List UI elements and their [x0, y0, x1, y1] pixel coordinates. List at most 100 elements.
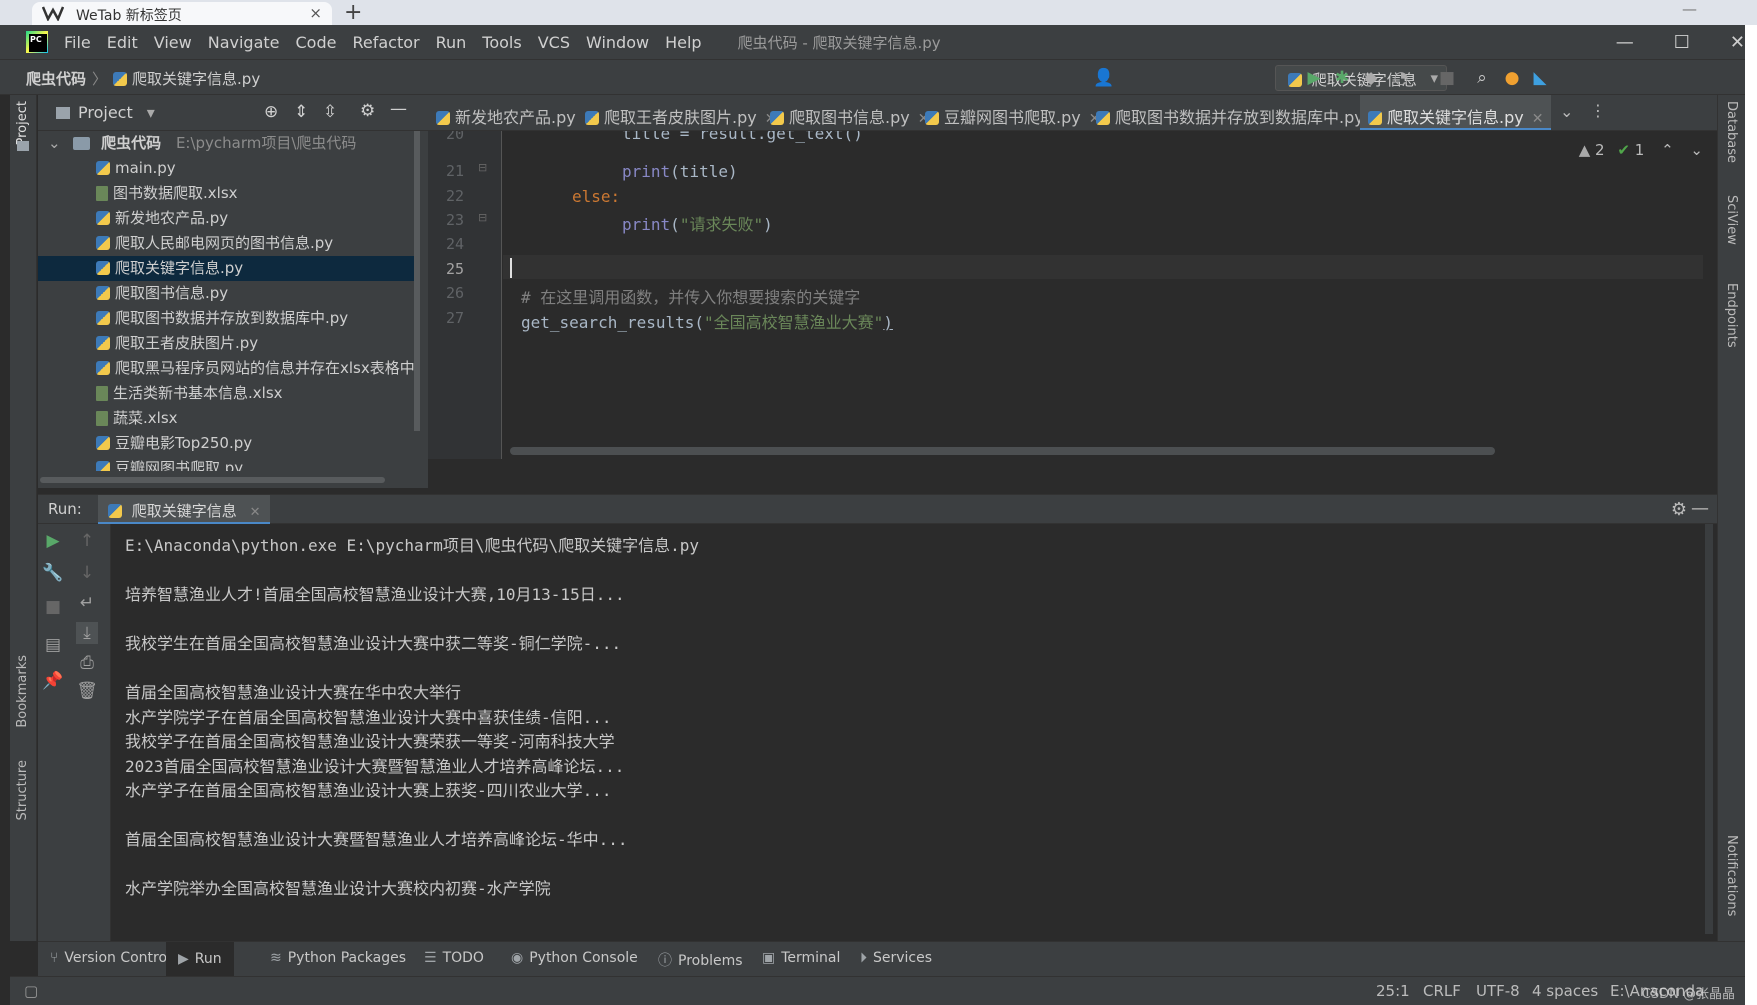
- close-icon[interactable]: ✕: [1532, 111, 1544, 127]
- indent-setting[interactable]: 4 spaces: [1532, 982, 1598, 1000]
- layout-icon[interactable]: ▤: [42, 634, 64, 656]
- menu-code[interactable]: Code: [296, 33, 337, 52]
- database-tool-button[interactable]: Database: [1724, 101, 1739, 163]
- sciview-tool-button[interactable]: SciView: [1724, 195, 1739, 245]
- editor-tab[interactable]: 爬取图书信息.py ✕: [770, 95, 929, 130]
- editor-tab[interactable]: 新发地农产品.py✕: [436, 95, 595, 130]
- todo-tool-button[interactable]: ☰ TODO: [424, 950, 484, 966]
- problems-tool-button[interactable]: ⓘ Problems: [658, 950, 743, 970]
- tree-file-item[interactable]: 爬取图书信息.py: [38, 281, 418, 306]
- locate-icon[interactable]: ⊕: [264, 102, 278, 122]
- code-editor[interactable]: 20 21 22 23 24 25 26 27 ⊟ ⊟ title = resu…: [428, 131, 1717, 459]
- menu-refactor[interactable]: Refactor: [352, 33, 419, 52]
- run-icon[interactable]: ▶: [1304, 68, 1324, 88]
- bookmarks-tool-button[interactable]: Bookmarks: [15, 655, 30, 728]
- chevron-down-icon[interactable]: ⌄: [1690, 141, 1703, 159]
- menu-tools[interactable]: Tools: [482, 33, 521, 52]
- caret-position[interactable]: 25:1: [1376, 982, 1410, 1000]
- fold-icon[interactable]: ⊟: [478, 211, 487, 224]
- profile-icon[interactable]: ◔: [1391, 68, 1411, 88]
- browser-tab[interactable]: WeTab 新标签页 ×: [32, 2, 332, 25]
- project-panel-title[interactable]: Project: [78, 103, 133, 122]
- scroll-to-end-icon[interactable]: ⤓: [76, 622, 98, 644]
- tree-file-item[interactable]: 图书数据爬取.xlsx: [38, 181, 418, 206]
- editor-tab-active[interactable]: 爬取关键字信息.py ✕: [1360, 95, 1552, 130]
- search-icon[interactable]: ⌕: [1472, 68, 1492, 88]
- menu-run[interactable]: Run: [436, 33, 467, 52]
- chevron-up-icon[interactable]: ⌃: [1661, 141, 1674, 159]
- version-control-tool-button[interactable]: ⑂ Version Control: [50, 950, 171, 966]
- tree-root-folder[interactable]: ⌄ 爬虫代码 E:\pycharm项目\爬虫代码: [38, 131, 418, 156]
- coverage-icon[interactable]: ◆: [1361, 68, 1381, 88]
- tree-file-item[interactable]: main.py: [38, 156, 418, 181]
- chevron-down-icon[interactable]: ▾: [147, 103, 155, 122]
- arrow-up-icon[interactable]: ↑: [76, 530, 98, 552]
- menu-edit[interactable]: Edit: [107, 33, 138, 52]
- tree-file-item[interactable]: 蔬菜.xlsx: [38, 406, 418, 431]
- menu-window[interactable]: Window: [586, 33, 649, 52]
- terminal-tool-button[interactable]: ▣ Terminal: [762, 950, 840, 966]
- fold-icon[interactable]: ⊟: [478, 161, 487, 174]
- project-horizontal-scrollbar[interactable]: [40, 477, 385, 483]
- editor-tab[interactable]: 爬取王者皮肤图片.py✕: [585, 95, 776, 130]
- menu-vcs[interactable]: VCS: [538, 33, 570, 52]
- tree-file-item[interactable]: 生活类新书基本信息.xlsx: [38, 381, 418, 406]
- panel-toggle-icon[interactable]: ▢: [24, 982, 38, 1000]
- pin-icon[interactable]: 📌: [42, 670, 64, 692]
- run-console-output[interactable]: E:\Anaconda\python.exe E:\pycharm项目\爬虫代码…: [111, 524, 1717, 941]
- user-icon[interactable]: 👤: [1093, 68, 1114, 88]
- tree-file-item[interactable]: 爬取王者皮肤图片.py: [38, 331, 418, 356]
- chevron-down-icon[interactable]: ⌄: [48, 134, 61, 152]
- tree-file-item[interactable]: 爬取图书数据并存放到数据库中.py: [38, 306, 418, 331]
- minimize-window-button[interactable]: —: [1616, 32, 1634, 53]
- gear-icon[interactable]: ⚙: [1671, 499, 1687, 520]
- services-tool-button[interactable]: ⏵ Services: [860, 950, 932, 966]
- python-packages-tool-button[interactable]: ≋ Python Packages: [270, 950, 406, 966]
- editor-tab[interactable]: 爬取图书数据并存放到数据库中.py✕: [1096, 95, 1383, 130]
- hide-panel-icon[interactable]: —: [390, 99, 407, 119]
- menu-navigate[interactable]: Navigate: [208, 33, 280, 52]
- close-window-button[interactable]: ✕: [1730, 32, 1745, 53]
- project-tool-button[interactable]: Project: [15, 101, 30, 145]
- line-separator[interactable]: CRLF: [1423, 982, 1461, 1000]
- menu-view[interactable]: View: [154, 33, 192, 52]
- new-tab-button[interactable]: +: [344, 0, 362, 25]
- project-vertical-scrollbar[interactable]: [414, 131, 420, 431]
- tree-file-item[interactable]: 爬取人民邮电网页的图书信息.py: [38, 231, 418, 256]
- tree-file-item[interactable]: 爬取关键字信息.py: [38, 256, 418, 281]
- file-encoding[interactable]: UTF-8: [1476, 982, 1520, 1000]
- tree-file-item[interactable]: 豆瓣网图书爬取.py: [38, 456, 418, 471]
- hide-panel-icon[interactable]: —: [1691, 498, 1709, 519]
- menu-help[interactable]: Help: [665, 33, 701, 52]
- run-tool-button[interactable]: ▶ Run: [166, 942, 234, 977]
- collapse-all-icon[interactable]: ⇳: [323, 102, 337, 122]
- expand-all-icon[interactable]: ⇕: [294, 102, 308, 122]
- stop-icon[interactable]: ■: [42, 596, 64, 618]
- plugin-icon[interactable]: ◣: [1530, 68, 1550, 88]
- close-icon[interactable]: ×: [309, 4, 322, 22]
- trash-icon[interactable]: 🗑: [76, 680, 98, 702]
- breadcrumb-file[interactable]: 爬取关键字信息.py: [132, 68, 260, 89]
- close-icon[interactable]: ✕: [250, 505, 261, 520]
- editor-tab[interactable]: 豆瓣网图书爬取.py ✕: [925, 95, 1100, 130]
- python-console-tool-button[interactable]: ◉ Python Console: [511, 950, 638, 966]
- inspection-widget[interactable]: ▲ 2 ✔ 1 ⌃ ⌄: [1579, 141, 1703, 159]
- print-icon[interactable]: ⎙: [76, 652, 98, 674]
- breadcrumb-project[interactable]: 爬虫代码: [26, 68, 86, 89]
- more-icon[interactable]: ⋮: [1590, 101, 1606, 120]
- endpoints-tool-button[interactable]: Endpoints: [1724, 283, 1739, 348]
- wrench-icon[interactable]: 🔧: [42, 562, 64, 584]
- tree-file-item[interactable]: 爬取黑马程序员网站的信息并存在xlsx表格中.p: [38, 356, 418, 381]
- tree-file-item[interactable]: 新发地农产品.py: [38, 206, 418, 231]
- arrow-down-icon[interactable]: ↓: [76, 562, 98, 584]
- notifications-tool-button[interactable]: Notifications: [1724, 835, 1739, 916]
- browser-minimize-button[interactable]: —: [1682, 0, 1697, 18]
- gear-icon[interactable]: ⚙: [360, 101, 375, 121]
- structure-tool-button[interactable]: Structure: [15, 760, 30, 820]
- menu-file[interactable]: File: [64, 33, 91, 52]
- tree-file-item[interactable]: 豆瓣电影Top250.py: [38, 431, 418, 456]
- stop-icon[interactable]: ■: [1437, 68, 1457, 88]
- chevron-down-icon[interactable]: ⌄: [1560, 102, 1573, 121]
- update-icon[interactable]: ●: [1502, 68, 1522, 88]
- debug-icon[interactable]: ✱: [1332, 68, 1352, 88]
